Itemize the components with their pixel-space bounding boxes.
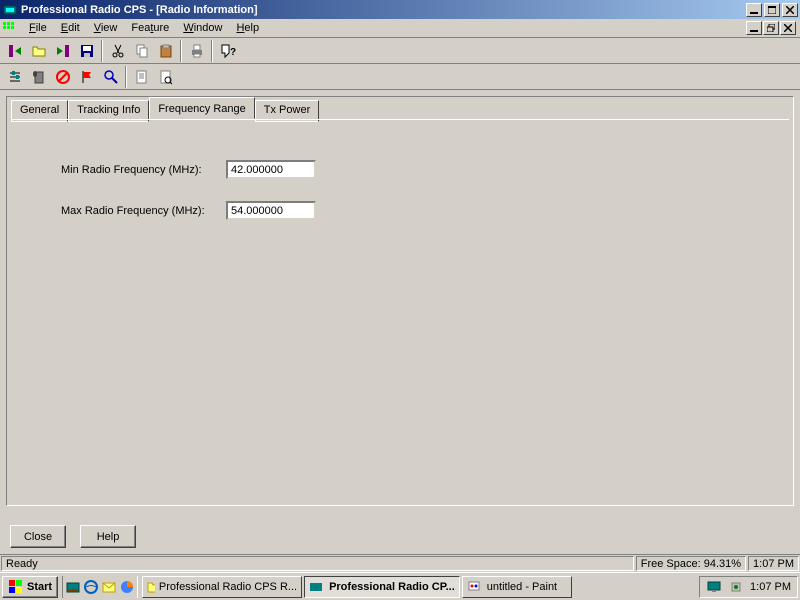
write-radio-icon[interactable] <box>51 40 74 62</box>
radio-config-icon[interactable] <box>27 66 50 88</box>
paste-icon[interactable] <box>154 40 177 62</box>
toolbar-1: ? <box>0 38 800 64</box>
dialog-buttons: Close Help <box>10 525 136 548</box>
mdi-close-button[interactable] <box>780 21 796 35</box>
window-buttons <box>746 3 798 17</box>
firefox-icon[interactable] <box>119 579 135 595</box>
system-tray: 1:07 PM <box>699 576 798 598</box>
quick-launch <box>62 576 138 598</box>
toolbar-separator <box>125 66 127 88</box>
start-label: Start <box>27 581 52 593</box>
max-freq-label: Max Radio Frequency (MHz): <box>61 205 226 217</box>
close-button[interactable] <box>782 3 798 17</box>
status-time: 1:07 PM <box>748 556 799 571</box>
report-icon[interactable] <box>130 66 153 88</box>
taskbar-task-2[interactable]: Professional Radio CP... <box>304 576 460 598</box>
tray-clock: 1:07 PM <box>750 581 791 593</box>
tab-frequency-range[interactable]: Frequency Range <box>149 97 254 119</box>
tab-panel: General Tracking Info Frequency Range Tx… <box>6 96 794 506</box>
task-1-label: Professional Radio CPS R... <box>159 581 297 593</box>
mdi-restore-button[interactable] <box>763 21 779 35</box>
max-freq-input[interactable] <box>226 201 316 220</box>
task-2-label: Professional Radio CP... <box>329 581 455 593</box>
menu-window[interactable]: Window <box>176 20 229 36</box>
tab-content: Min Radio Frequency (MHz): Max Radio Fre… <box>11 119 789 501</box>
paint-icon <box>467 580 483 594</box>
mdi-child-icon <box>2 20 18 36</box>
save-icon[interactable] <box>75 40 98 62</box>
app-icon <box>309 580 325 594</box>
copy-icon[interactable] <box>130 40 153 62</box>
ie-icon[interactable] <box>83 579 99 595</box>
mdi-minimize-button[interactable] <box>746 21 762 35</box>
window-title: Professional Radio CPS - [Radio Informat… <box>21 4 746 16</box>
task-3-label: untitled - Paint <box>487 581 557 593</box>
minimize-button[interactable] <box>746 3 762 17</box>
cut-icon[interactable] <box>106 40 129 62</box>
menu-help[interactable]: Help <box>229 20 266 36</box>
status-free-space: Free Space: 94.31% <box>636 556 746 571</box>
menu-file[interactable]: File <box>22 20 54 36</box>
svg-text:?: ? <box>230 47 236 58</box>
menu-feature[interactable]: Feature <box>124 20 176 36</box>
toolbar-separator <box>180 40 182 62</box>
menu-edit[interactable]: Edit <box>54 20 87 36</box>
min-freq-row: Min Radio Frequency (MHz): <box>61 160 789 179</box>
read-radio-icon[interactable] <box>3 40 26 62</box>
tab-strip: General Tracking Info Frequency Range Tx… <box>7 95 793 121</box>
open-icon[interactable] <box>27 40 50 62</box>
outlook-icon[interactable] <box>101 579 117 595</box>
mdi-area: General Tracking Info Frequency Range Tx… <box>0 90 800 556</box>
status-ready: Ready <box>1 556 634 571</box>
taskbar-task-1[interactable]: Professional Radio CPS R... <box>142 576 302 598</box>
tray-device-icon[interactable] <box>728 579 744 595</box>
toolbar-separator <box>101 40 103 62</box>
folder-icon <box>147 580 155 594</box>
menu-bar: File Edit View Feature Window Help <box>0 19 800 38</box>
min-freq-input[interactable] <box>226 160 316 179</box>
title-bar: Professional Radio CPS - [Radio Informat… <box>0 0 800 19</box>
toolbar-2 <box>0 64 800 90</box>
tray-monitor-icon[interactable] <box>706 579 722 595</box>
toolbar-separator <box>211 40 213 62</box>
start-button[interactable]: Start <box>2 576 58 598</box>
controls-icon[interactable] <box>3 66 26 88</box>
menu-view[interactable]: View <box>87 20 125 36</box>
taskbar-task-3[interactable]: untitled - Paint <box>462 576 572 598</box>
taskbar: Start Professional Radio CPS R... Profes… <box>0 572 800 600</box>
help-button-dialog[interactable]: Help <box>80 525 136 548</box>
mdi-buttons <box>746 21 798 35</box>
whats-this-icon[interactable]: ? <box>216 40 239 62</box>
min-freq-label: Min Radio Frequency (MHz): <box>61 164 226 176</box>
status-bar: Ready Free Space: 94.31% 1:07 PM <box>0 554 800 572</box>
clone-prohibit-icon[interactable] <box>51 66 74 88</box>
maximize-button[interactable] <box>764 3 780 17</box>
close-button-dialog[interactable]: Close <box>10 525 66 548</box>
windows-logo-icon <box>8 579 24 595</box>
print-icon[interactable] <box>185 40 208 62</box>
find-icon[interactable] <box>99 66 122 88</box>
flag-icon[interactable] <box>75 66 98 88</box>
max-freq-row: Max Radio Frequency (MHz): <box>61 201 789 220</box>
show-desktop-icon[interactable] <box>65 579 81 595</box>
app-icon <box>2 2 18 18</box>
list-icon[interactable] <box>154 66 177 88</box>
